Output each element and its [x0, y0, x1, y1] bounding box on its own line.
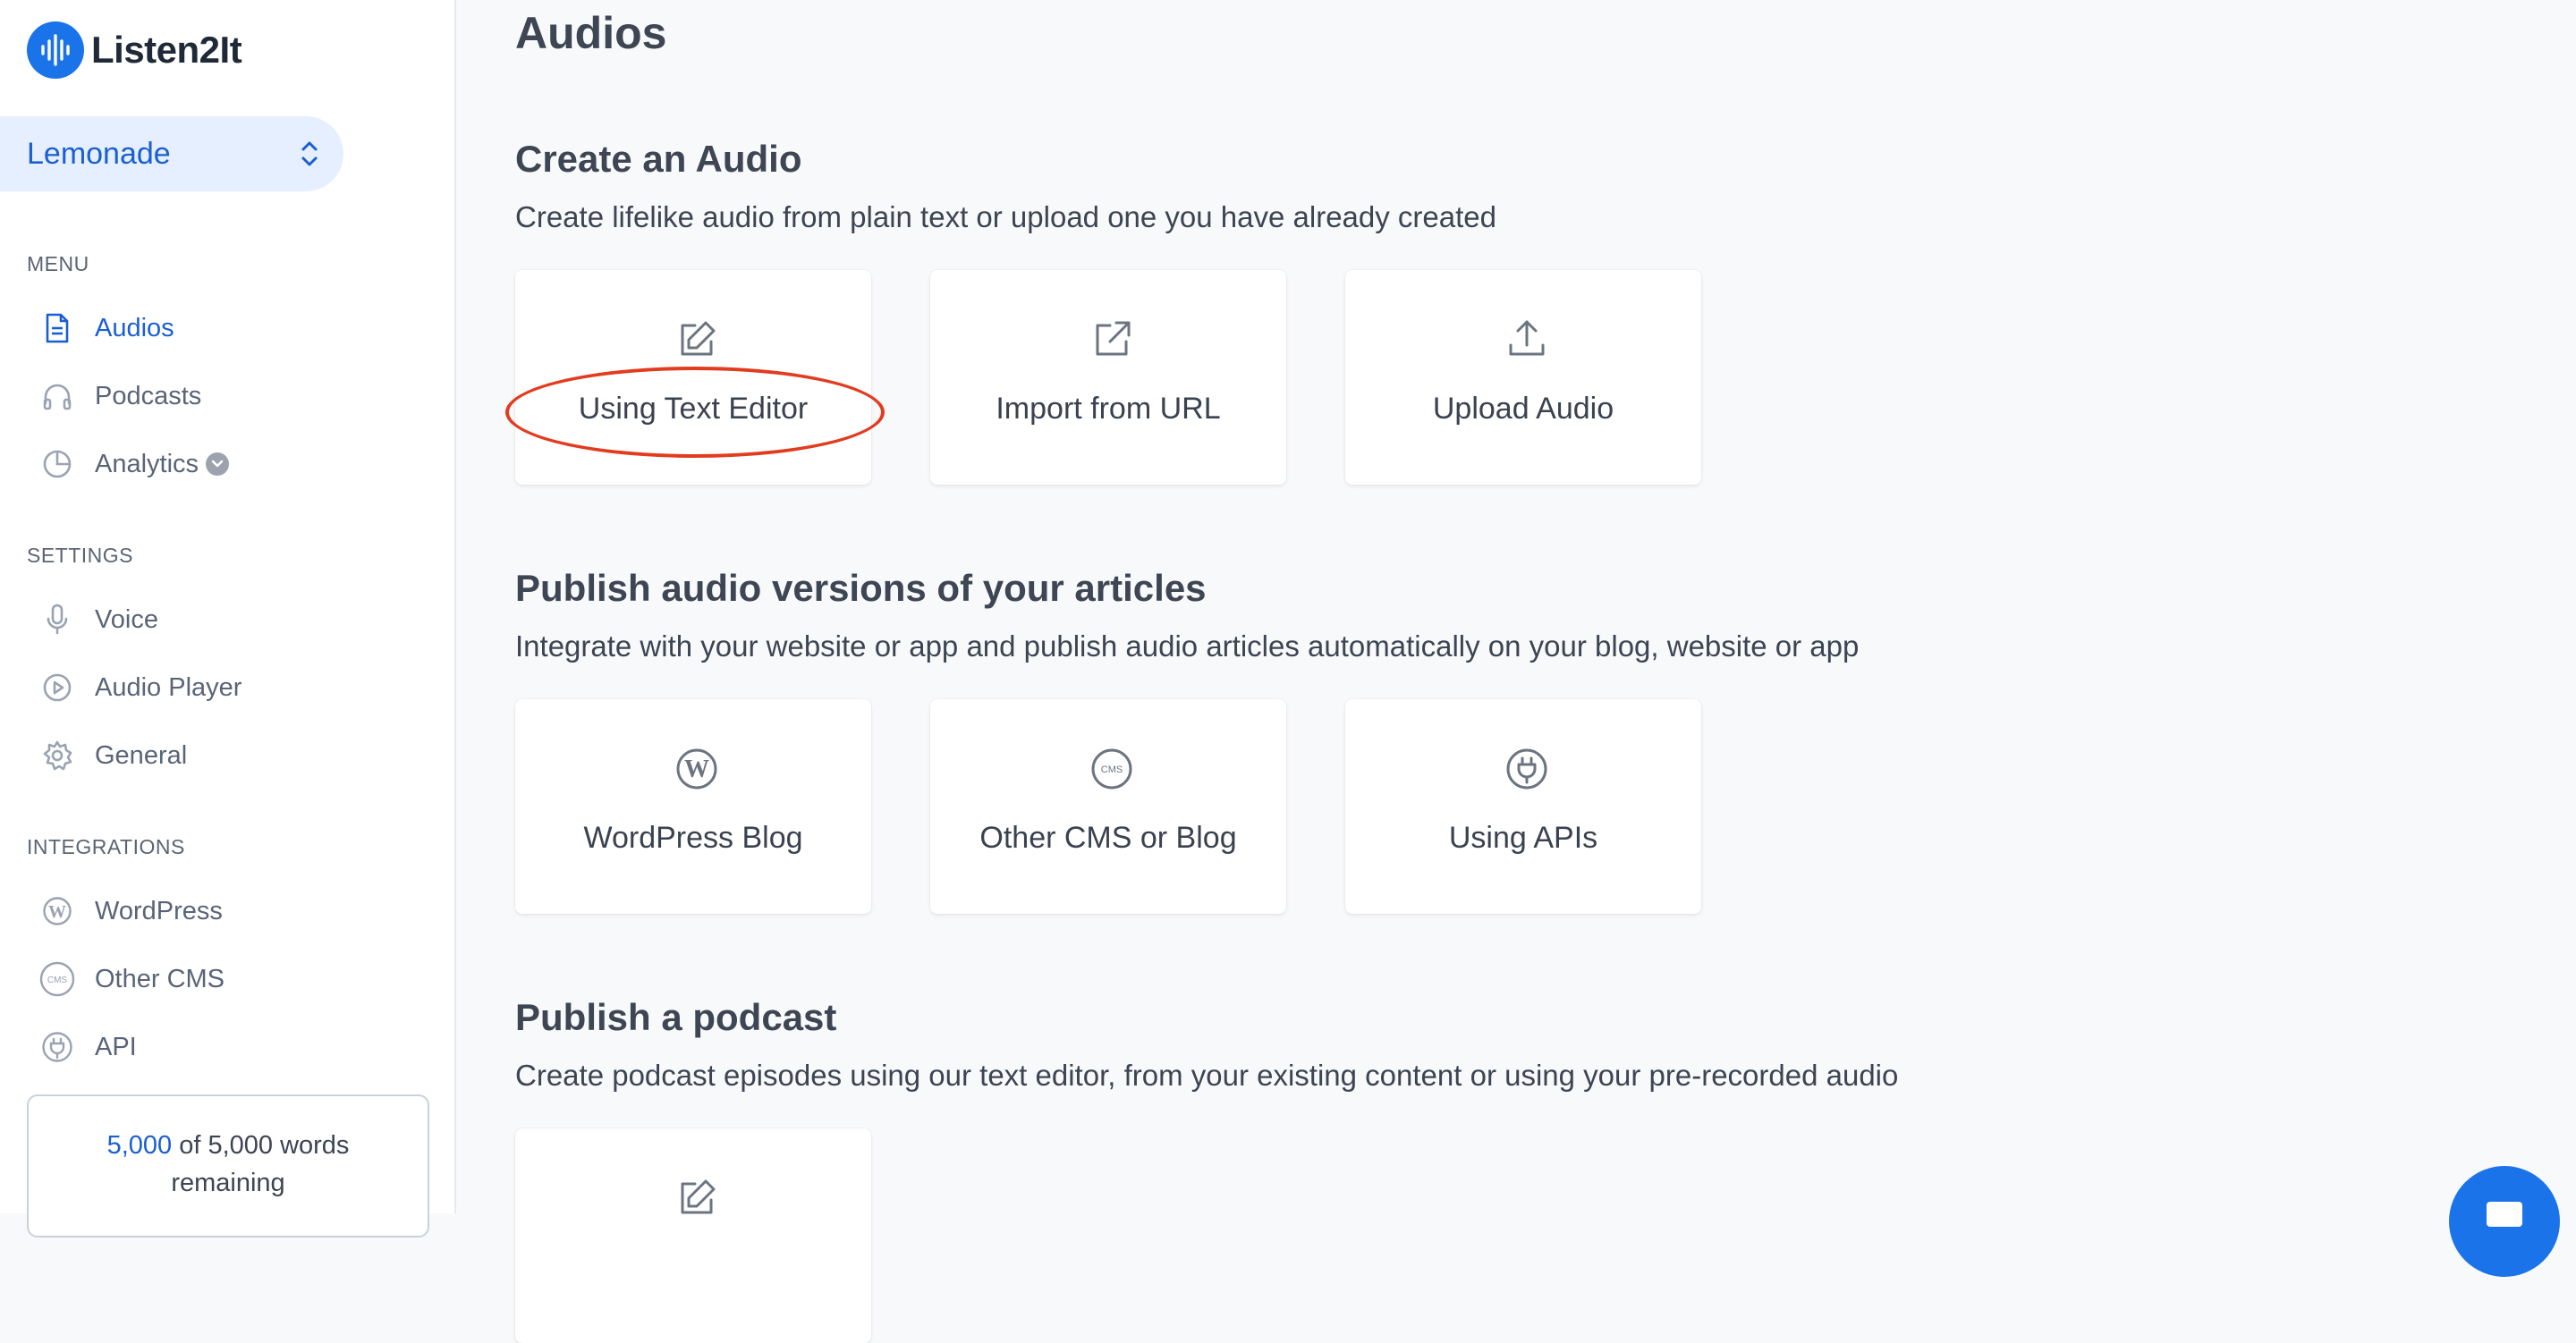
card-label: Other CMS or Blog	[979, 821, 1237, 855]
workspace-name: Lemonade	[27, 136, 171, 171]
svg-text:W: W	[684, 756, 709, 783]
svg-text:W: W	[48, 902, 66, 922]
plug-icon	[1505, 748, 1548, 790]
pie-chart-icon	[39, 446, 75, 482]
chevron-down-icon[interactable]	[206, 452, 230, 476]
sidebar-item-label: Podcasts	[95, 381, 202, 410]
sidebar: Listen2It Lemonade MENU Audios Podcasts …	[0, 0, 456, 1237]
sidebar-item-label: General	[95, 740, 188, 770]
sidebar-item-label: Audio Player	[95, 672, 242, 702]
cms-icon-text: CMS	[1101, 764, 1123, 775]
cms-icon: CMS	[1090, 748, 1133, 790]
wordpress-icon: W	[39, 893, 75, 929]
wordpress-icon: W	[675, 748, 718, 790]
brand-name: Listen2It	[91, 29, 242, 71]
upload-icon	[1505, 318, 1548, 361]
soundwave-logo-icon	[27, 21, 84, 79]
card-other-cms-or-blog[interactable]: CMS Other CMS or Blog	[930, 699, 1286, 914]
headphones-icon	[39, 378, 75, 414]
sidebar-item-label: Other CMS	[95, 964, 225, 993]
section-description-create-audio: Create lifelike audio from plain text or…	[515, 200, 1496, 233]
chat-icon	[2487, 1202, 2522, 1227]
gear-icon	[39, 738, 75, 773]
svg-text:CMS: CMS	[47, 976, 68, 985]
sidebar-item-general[interactable]: General	[39, 733, 187, 778]
sidebar-item-audios[interactable]: Audios	[39, 306, 174, 351]
sidebar-item-api[interactable]: API	[39, 1025, 137, 1069]
external-link-icon	[1090, 318, 1133, 361]
integrations-section-label: INTEGRATIONS	[27, 835, 185, 858]
settings-section-label: SETTINGS	[27, 544, 134, 567]
sidebar-item-podcasts[interactable]: Podcasts	[39, 374, 201, 418]
logo[interactable]: Listen2It	[27, 21, 242, 79]
card-label: Import from URL	[996, 392, 1221, 426]
sidebar-item-wordpress[interactable]: W WordPress	[39, 889, 223, 933]
card-using-text-editor[interactable]: Using Text Editor	[515, 270, 871, 485]
card-wordpress-blog[interactable]: W WordPress Blog	[515, 699, 871, 914]
chat-launcher-button[interactable]	[2449, 1166, 2560, 1277]
sidebar-item-label: Audios	[95, 313, 174, 342]
word-quota-box: 5,000 of 5,000 words remaining	[27, 1094, 429, 1237]
sidebar-item-audio-player[interactable]: Audio Player	[39, 665, 242, 710]
sidebar-item-other-cms[interactable]: CMS Other CMS	[39, 957, 225, 1001]
sidebar-item-label: Voice	[95, 604, 158, 634]
chevron-up-down-icon	[299, 136, 320, 176]
main-content: Audios Create an Audio Create lifelike a…	[515, 0, 2576, 1343]
quota-line: 5,000 of 5,000 words	[29, 1127, 428, 1164]
card-using-apis[interactable]: Using APIs	[1345, 699, 1701, 914]
section-description-publish-podcast: Create podcast episodes using our text e…	[515, 1059, 1899, 1092]
microphone-icon	[39, 602, 75, 638]
cms-icon: CMS	[39, 961, 75, 997]
sidebar-item-label: WordPress	[95, 896, 223, 925]
sidebar-item-analytics[interactable]: Analytics	[39, 442, 230, 486]
section-title-create-audio: Create an Audio	[515, 138, 802, 180]
section-description-publish-articles: Integrate with your website or app and p…	[515, 629, 1860, 663]
quota-suffix: remaining	[171, 1169, 285, 1197]
card-upload-audio[interactable]: Upload Audio	[1345, 270, 1701, 485]
section-title-publish-podcast: Publish a podcast	[515, 996, 837, 1038]
section-title-publish-articles: Publish audio versions of your articles	[515, 567, 1207, 609]
workspace-selector[interactable]: Lemonade	[0, 116, 343, 191]
document-icon	[39, 310, 75, 346]
card-podcast-text-editor[interactable]	[515, 1128, 871, 1343]
sidebar-item-label: API	[95, 1032, 137, 1061]
card-label: Using Text Editor	[578, 392, 809, 426]
plug-icon	[39, 1029, 75, 1065]
page-title: Audios	[515, 8, 667, 58]
edit-icon	[675, 318, 718, 361]
sidebar-item-label: Analytics	[95, 449, 199, 478]
card-label: Using APIs	[1448, 821, 1598, 855]
card-import-from-url[interactable]: Import from URL	[930, 270, 1286, 485]
card-label: WordPress Blog	[583, 821, 803, 855]
quota-total: of 5,000 words	[179, 1131, 350, 1160]
card-label: Upload Audio	[1432, 392, 1614, 426]
quota-used: 5,000	[106, 1131, 173, 1160]
play-circle-icon	[39, 670, 75, 705]
sidebar-item-voice[interactable]: Voice	[39, 597, 158, 642]
menu-section-label: MENU	[27, 252, 89, 275]
